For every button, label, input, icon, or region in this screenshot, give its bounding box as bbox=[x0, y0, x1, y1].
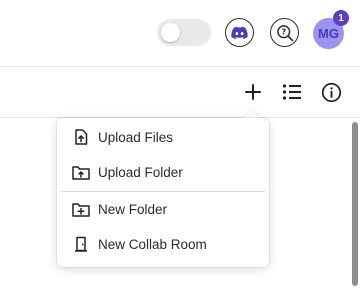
plus-icon bbox=[245, 84, 261, 100]
new-folder-icon bbox=[72, 200, 90, 218]
menu-item-upload-files[interactable]: Upload Files bbox=[57, 120, 269, 154]
notification-badge: 1 bbox=[333, 10, 349, 26]
help-search-button[interactable]: ? bbox=[270, 18, 299, 47]
menu-item-label: New Folder bbox=[98, 201, 168, 217]
menu-item-upload-folder[interactable]: Upload Folder bbox=[57, 155, 269, 189]
menu-item-new-folder[interactable]: New Folder bbox=[57, 192, 269, 226]
scrollbar[interactable] bbox=[352, 122, 358, 286]
menu-item-new-collab-room[interactable]: New Collab Room bbox=[57, 227, 269, 261]
menu-item-label: Upload Folder bbox=[98, 164, 183, 180]
discord-icon bbox=[231, 26, 248, 39]
file-toolbar bbox=[0, 67, 360, 118]
upload-folder-icon bbox=[72, 163, 90, 181]
upload-file-icon bbox=[72, 128, 90, 146]
help-search-icon: ? bbox=[276, 24, 293, 41]
list-icon bbox=[282, 84, 301, 100]
top-bar: ? MG 1 bbox=[0, 0, 360, 67]
collab-room-icon bbox=[72, 235, 90, 253]
discord-button[interactable] bbox=[225, 18, 254, 47]
info-icon bbox=[321, 82, 341, 102]
toggle-knob bbox=[161, 23, 180, 42]
theme-toggle[interactable] bbox=[157, 19, 211, 46]
info-button[interactable] bbox=[319, 80, 343, 104]
menu-item-label: Upload Files bbox=[98, 129, 174, 145]
menu-item-label: New Collab Room bbox=[98, 236, 207, 252]
svg-text:?: ? bbox=[281, 26, 286, 36]
list-view-button[interactable] bbox=[280, 80, 304, 104]
add-menu: Upload Files Upload Folder New Folder Ne… bbox=[57, 118, 269, 267]
add-button[interactable] bbox=[241, 80, 265, 104]
